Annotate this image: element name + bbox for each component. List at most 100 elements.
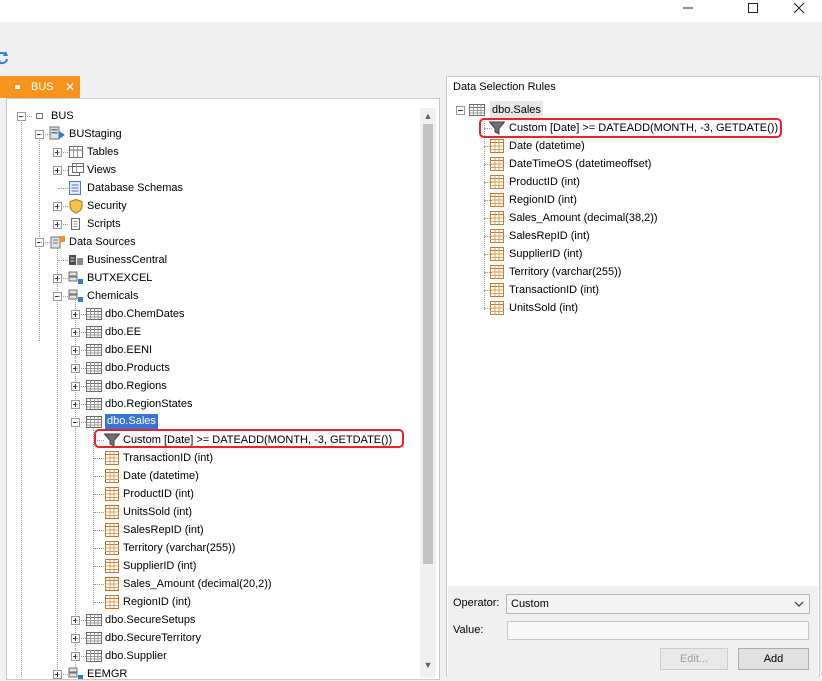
- tree-connector: [484, 218, 492, 219]
- tree-connector: [94, 602, 104, 603]
- tab-close-icon[interactable]: ✕: [65, 76, 75, 98]
- tree-node-dbo-ee[interactable]: dbo.EE: [7, 323, 417, 341]
- tree-node-views[interactable]: Views: [7, 161, 417, 179]
- tree-node-label: SupplierID (int): [123, 560, 197, 572]
- tree-node-dbo-secureterritory[interactable]: dbo.SecureTerritory: [7, 629, 417, 647]
- tree-node-label: SalesRepID (int): [123, 524, 204, 536]
- rules-node-column[interactable]: RegionID (int): [447, 191, 807, 209]
- add-button[interactable]: Add: [738, 648, 809, 670]
- tree-node-column[interactable]: SalesRepID (int): [7, 521, 417, 539]
- tree-node-label: dbo.Sales: [105, 414, 158, 429]
- tree-connector: [76, 314, 86, 315]
- tree-node-dbo-products[interactable]: dbo.Products: [7, 359, 417, 377]
- tree-connector: [58, 224, 68, 225]
- script-icon: [67, 216, 85, 232]
- tree-node-label: dbo.SecureTerritory: [105, 632, 201, 644]
- rules-node-column[interactable]: SupplierID (int): [447, 245, 807, 263]
- tree-node-column[interactable]: RegionID (int): [7, 593, 417, 611]
- tree-node-label: dbo.Products: [105, 362, 170, 374]
- table-icon: [468, 102, 486, 118]
- tree-node-column[interactable]: SupplierID (int): [7, 557, 417, 575]
- toolbar: [0, 22, 822, 74]
- tree-node-dbo-chemdates[interactable]: dbo.ChemDates: [7, 305, 417, 323]
- tree-node-column[interactable]: Sales_Amount (decimal(20,2)): [7, 575, 417, 593]
- tree-node-security[interactable]: Security: [7, 197, 417, 215]
- tree-node-dbo-supplier[interactable]: dbo.Supplier: [7, 647, 417, 665]
- value-label: Value:: [453, 624, 484, 636]
- tree-connector: [484, 236, 492, 237]
- value-input[interactable]: [507, 621, 809, 640]
- tab-icon: [15, 85, 20, 89]
- table-icon: [85, 648, 103, 664]
- tree-connector: [76, 368, 86, 369]
- rules-node-column[interactable]: Sales_Amount (decimal(38,2)): [447, 209, 807, 227]
- tree-node-scripts[interactable]: Scripts: [7, 215, 417, 233]
- tree-node-column[interactable]: ProductID (int): [7, 485, 417, 503]
- tree-connector: [40, 242, 50, 243]
- tree-node-bustaging[interactable]: BUStaging: [7, 125, 417, 143]
- rules-node-column[interactable]: Date (datetime): [447, 137, 807, 155]
- tree-node-dbo-regionstates[interactable]: dbo.RegionStates: [7, 395, 417, 413]
- project-tree: BUS BUStaging Tables Views Database Schemas S…: [7, 99, 427, 679]
- rules-node-label: SalesRepID (int): [509, 230, 590, 242]
- tree-node-dbo-regions[interactable]: dbo.Regions: [7, 377, 417, 395]
- tree-node-businesscentral[interactable]: BusinessCentral: [7, 251, 417, 269]
- tree-node-chemicals[interactable]: Chemicals: [7, 287, 417, 305]
- minimize-icon: [683, 7, 693, 9]
- tree-node-data-sources[interactable]: Data Sources: [7, 233, 417, 251]
- views-icon: [67, 162, 85, 178]
- minimize-button[interactable]: [671, 0, 705, 16]
- shield-icon: [67, 198, 85, 214]
- rules-node-column[interactable]: DateTimeOS (datetimeoffset): [447, 155, 807, 173]
- tree-node-column[interactable]: Territory (varchar(255)): [7, 539, 417, 557]
- scroll-up-icon[interactable]: ▲: [423, 111, 433, 121]
- rules-node-column[interactable]: UnitsSold (int): [447, 299, 807, 317]
- rules-node-column[interactable]: ProductID (int): [447, 173, 807, 191]
- tree-connector: [484, 182, 492, 183]
- maximize-button[interactable]: [736, 0, 770, 16]
- rules-node-column[interactable]: SalesRepID (int): [447, 227, 807, 245]
- column-icon: [103, 594, 121, 610]
- tab-label: BUS: [31, 81, 54, 93]
- tree-connector: [58, 296, 68, 297]
- table-icon: [85, 630, 103, 646]
- tree-node-dbo-eeni[interactable]: dbo.EENI: [7, 341, 417, 359]
- tab-bus[interactable]: BUS ✕: [0, 76, 80, 98]
- column-icon: [103, 576, 121, 592]
- tree-node-bus[interactable]: BUS: [7, 107, 417, 125]
- column-icon: [103, 450, 121, 466]
- rules-node-dbo-sales[interactable]: dbo.Sales: [447, 101, 807, 119]
- column-icon: [103, 558, 121, 574]
- tree-node-label: Tables: [87, 146, 119, 158]
- tree-node-tables[interactable]: Tables: [7, 143, 417, 161]
- tree-connector: [94, 476, 104, 477]
- rules-node-column[interactable]: TransactionID (int): [447, 281, 807, 299]
- tree-node-database-schemas[interactable]: Database Schemas: [7, 179, 417, 197]
- collapse-icon[interactable]: [456, 106, 465, 115]
- scroll-thumb[interactable]: [423, 124, 433, 564]
- database-icon: [49, 126, 67, 142]
- tree-node-label: ProductID (int): [123, 488, 194, 500]
- tree-node-dbo-securesetups[interactable]: dbo.SecureSetups: [7, 611, 417, 629]
- tree-connector: [76, 350, 86, 351]
- table-icon: [85, 306, 103, 322]
- close-window-button[interactable]: [782, 0, 816, 16]
- title-bar: [0, 0, 822, 22]
- tree-node-label: BusinessCentral: [87, 254, 168, 266]
- tree-node-column[interactable]: Date (datetime): [7, 467, 417, 485]
- tree-connector: [76, 332, 86, 333]
- scroll-down-icon[interactable]: ▼: [423, 660, 433, 670]
- operator-select[interactable]: Custom: [506, 594, 810, 614]
- tree-connector: [94, 548, 104, 549]
- tree-node-label: Territory (varchar(255)): [123, 542, 236, 554]
- tree-node-column[interactable]: UnitsSold (int): [7, 503, 417, 521]
- tree-node-column[interactable]: TransactionID (int): [7, 449, 417, 467]
- tree-node-butxexcel[interactable]: BUTXEXCEL: [7, 269, 417, 287]
- tree-node-eemgr[interactable]: EEMGR: [7, 665, 417, 679]
- rules-node-label: dbo.Sales: [490, 101, 543, 119]
- tree-scrollbar[interactable]: ▲ ▼: [420, 108, 436, 678]
- edit-button[interactable]: Edit...: [660, 648, 728, 670]
- rules-node-column[interactable]: Territory (varchar(255)): [447, 263, 807, 281]
- tree-connector: [58, 260, 68, 261]
- refresh-icon[interactable]: [0, 50, 10, 66]
